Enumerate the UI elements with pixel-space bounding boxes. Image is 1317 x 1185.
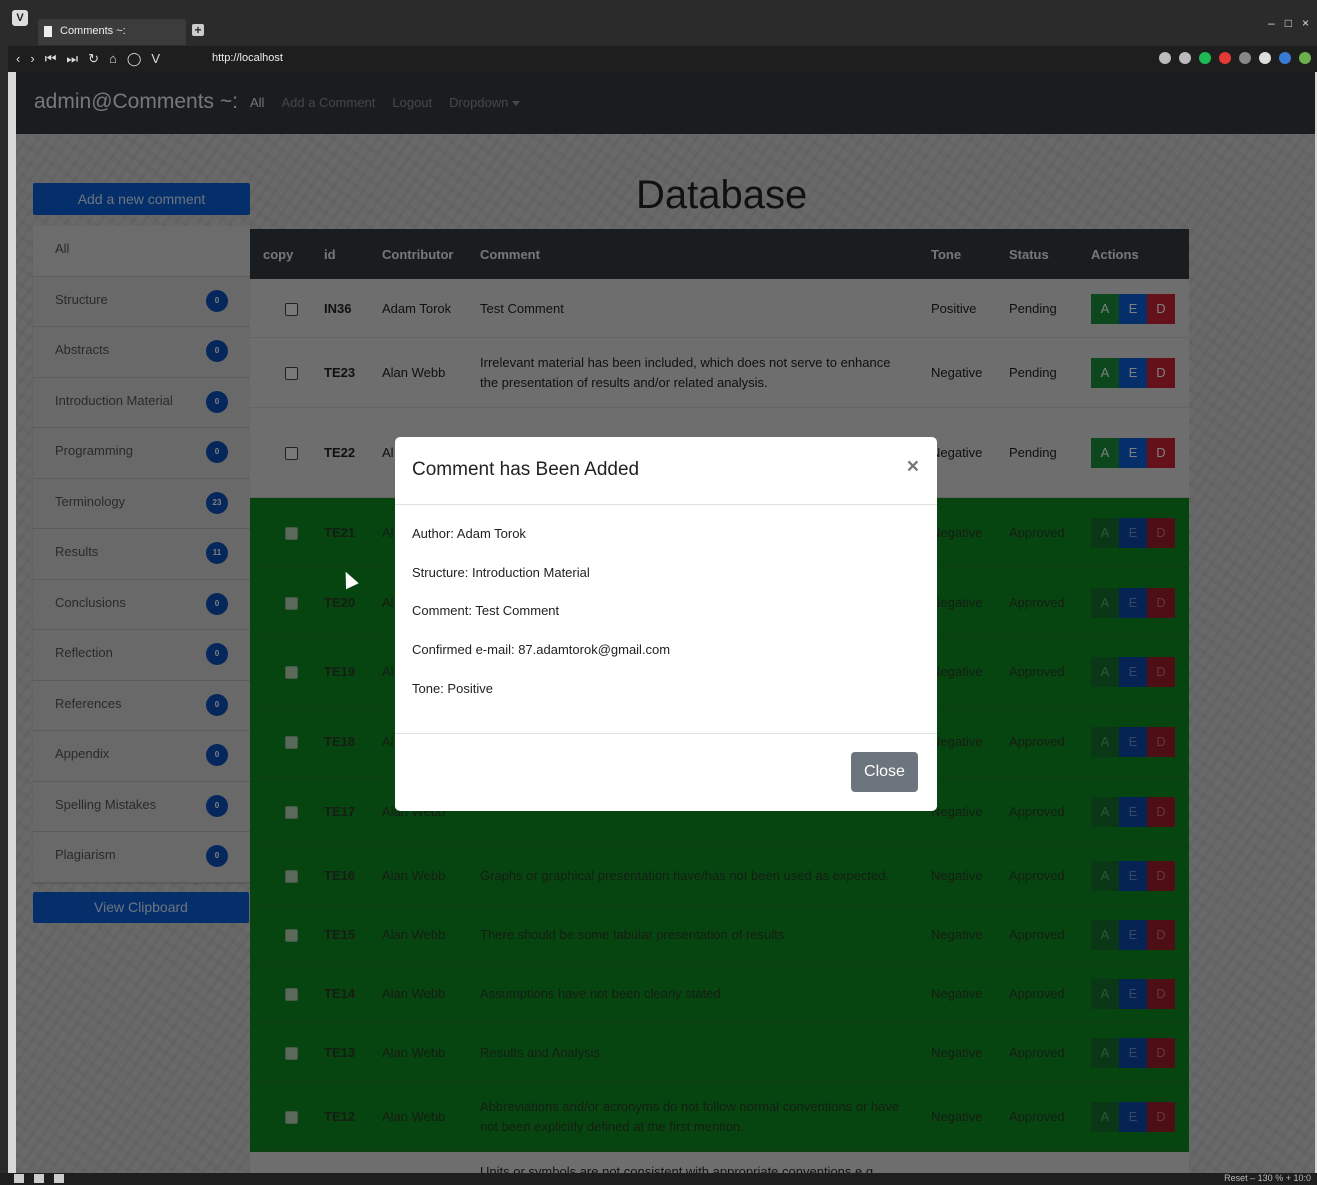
new-tab-icon[interactable]: + [192, 24, 204, 36]
url-input[interactable]: http://localhost [212, 52, 283, 64]
qr-icon[interactable] [1159, 52, 1171, 64]
rewind-icon[interactable]: ⏮ [45, 51, 57, 67]
address-bar: ‹ › ⏮ ⏭ ↻ ⌂ ◯ V http://localhost [0, 46, 1317, 72]
status-icons [14, 1174, 64, 1183]
blue-extension-icon[interactable] [1279, 52, 1291, 64]
zoom-level: 130 % [1257, 1173, 1284, 1183]
panel-icon[interactable] [14, 1174, 24, 1183]
grid-extension-icon[interactable] [1259, 52, 1271, 64]
clock: 10:0 [1293, 1173, 1311, 1183]
back-icon[interactable]: ‹ [16, 51, 20, 67]
tab-bar: V Comments ~: + – □ × [0, 0, 1317, 46]
modal-email: Confirmed e-mail: 87.adamtorok@gmail.com [412, 642, 671, 657]
document-icon [44, 26, 52, 37]
zoom-controls[interactable]: Reset – 130 % + 10:0 [1224, 1173, 1311, 1183]
modal-tone: Tone: Positive [412, 681, 493, 696]
comment-added-modal: Comment has Been Added × Author: Adam To… [395, 437, 937, 811]
gray-extension-icon[interactable] [1239, 52, 1251, 64]
cloud-icon[interactable] [54, 1174, 64, 1183]
maximize-icon[interactable]: □ [1285, 16, 1292, 30]
shield-icon[interactable]: ◯ [127, 51, 142, 67]
browser-tab[interactable]: Comments ~: [38, 19, 186, 45]
extension-icons [1159, 52, 1311, 64]
page: admin@Comments ~: All Add a Comment Logo… [16, 72, 1315, 1173]
reload-icon[interactable]: ↻ [88, 51, 99, 67]
modal-close-button[interactable]: Close [851, 752, 918, 792]
home-icon[interactable]: ⌂ [109, 51, 117, 67]
modal-title: Comment has Been Added [412, 459, 640, 480]
close-window-icon[interactable]: × [1302, 16, 1309, 30]
window-edge [0, 0, 8, 1185]
modal-structure: Structure: Introduction Material [412, 565, 590, 580]
modal-comment: Comment: Test Comment [412, 603, 560, 618]
tab-title: Comments ~: [60, 25, 126, 37]
fast-forward-icon[interactable]: ⏭ [66, 51, 78, 67]
bookmark-icon[interactable] [1179, 52, 1191, 64]
vivaldi-v-icon: V [151, 51, 161, 66]
forward-icon[interactable]: › [30, 51, 34, 67]
red-extension-icon[interactable] [1219, 52, 1231, 64]
reset-label[interactable]: Reset [1224, 1173, 1248, 1183]
green-extension-icon[interactable] [1299, 52, 1311, 64]
browser-window: V Comments ~: + – □ × ‹ › ⏮ ⏭ ↻ ⌂ ◯ V ht… [0, 0, 1317, 1185]
modal-close-icon[interactable]: × [907, 455, 919, 479]
minimize-icon[interactable]: – [1268, 16, 1275, 30]
vivaldi-logo-icon[interactable]: V [12, 10, 28, 26]
status-bar: Reset – 130 % + 10:0 [0, 1173, 1317, 1185]
modal-divider [395, 733, 937, 734]
window-controls: – □ × [1268, 16, 1309, 30]
help-extension-icon[interactable] [1199, 52, 1211, 64]
modal-author: Author: Adam Torok [412, 526, 526, 541]
tiling-icon[interactable] [34, 1174, 44, 1183]
nav-buttons: ‹ › ⏮ ⏭ ↻ ⌂ ◯ V [16, 51, 160, 67]
modal-divider [395, 504, 937, 505]
